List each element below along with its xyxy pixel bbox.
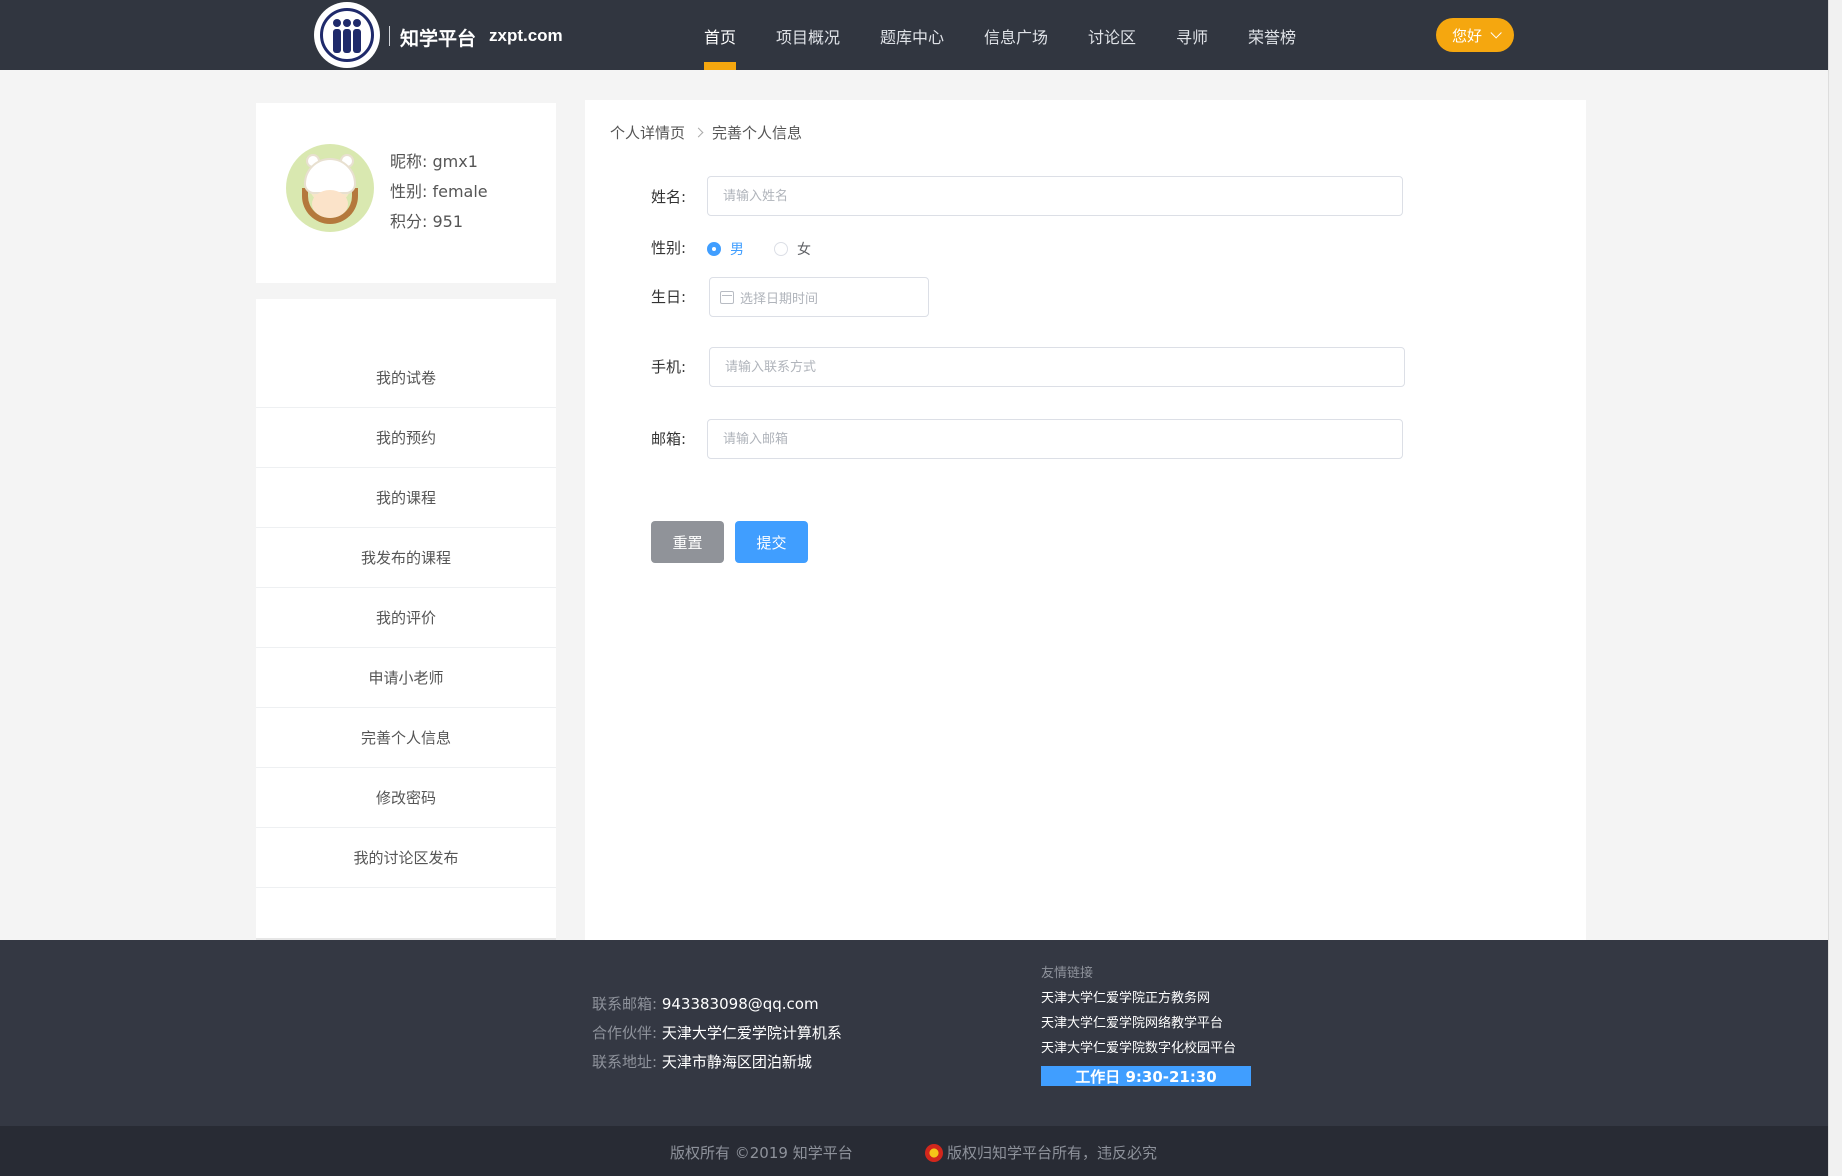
logo[interactable]	[314, 2, 380, 68]
top-navbar: 知学平台 zxpt.com 首页 项目概况 题库中心 信息广场 讨论区 寻师 荣…	[0, 0, 1828, 70]
nav-honor-roll[interactable]: 荣誉榜	[1248, 24, 1296, 48]
chevron-right-icon	[693, 127, 704, 138]
police-emblem-icon	[925, 1143, 943, 1162]
sidebar-item-my-courses[interactable]: 我的课程	[256, 468, 556, 528]
profile-card: 昵称: gmx1 性别: female 积分: 951	[256, 103, 556, 283]
chevron-down-icon	[1490, 27, 1502, 39]
sidebar-item-my-reviews[interactable]: 我的评价	[256, 588, 556, 648]
friend-links-title: 友情链接	[1041, 966, 1094, 981]
active-nav-indicator	[704, 62, 736, 70]
friend-link-digital-campus[interactable]: 天津大学仁爱学院数字化校园平台	[1041, 1037, 1236, 1056]
birthday-label: 生日:	[651, 288, 687, 306]
gender-option-female: 女	[797, 242, 811, 258]
workday-hours: 工作日 9:30-21:30	[1041, 1066, 1251, 1086]
email-label: 邮箱:	[651, 430, 687, 448]
nav-question-bank[interactable]: 题库中心	[880, 24, 944, 48]
gender-radio-male[interactable]: 男	[707, 239, 744, 259]
profile-gender: 性别: female	[390, 182, 488, 201]
phone-input[interactable]	[709, 347, 1405, 387]
logo-divider	[389, 26, 390, 46]
greeting-label: 您好	[1451, 26, 1482, 45]
breadcrumb: 个人详情页 完善个人信息	[610, 122, 802, 143]
profile-nickname: 昵称: gmx1	[390, 152, 478, 171]
reset-button[interactable]: 重置	[651, 521, 724, 563]
profile-points: 积分: 951	[390, 212, 464, 231]
sidebar-item-apply-tutor[interactable]: 申请小老师	[256, 648, 556, 708]
sidebar-item-complete-profile[interactable]: 完善个人信息	[256, 708, 556, 768]
sidebar-item-my-appointments[interactable]: 我的预约	[256, 408, 556, 468]
address-key: 联系地址:	[592, 1053, 658, 1071]
contact-email-value: 943383098@qq.com	[661, 995, 819, 1013]
nav-discussion[interactable]: 讨论区	[1088, 24, 1136, 48]
footer: 联系邮箱: 943383098@qq.com 合作伙伴: 天津大学仁爱学院计算机…	[0, 940, 1828, 1126]
name-input[interactable]	[707, 176, 1403, 216]
nav-info-square[interactable]: 信息广场	[984, 24, 1048, 48]
contact-info: 联系邮箱: 943383098@qq.com 合作伙伴: 天津大学仁爱学院计算机…	[592, 990, 842, 1077]
birthday-date-picker[interactable]: 选择日期时间	[709, 277, 929, 317]
nav-find-teacher[interactable]: 寻师	[1176, 24, 1208, 48]
rights-notice: 版权归知学平台所有，违反必究	[925, 1142, 1157, 1163]
sidebar-item-my-papers[interactable]: 我的试卷	[256, 348, 556, 408]
scrollbar[interactable]	[1828, 0, 1842, 1176]
sidebar-item-change-password[interactable]: 修改密码	[256, 768, 556, 828]
brand-name: 知学平台	[400, 28, 477, 50]
radio-checked-icon	[707, 242, 721, 256]
profile-info: 昵称: gmx1 性别: female 积分: 951	[390, 147, 488, 237]
user-menu-button[interactable]: 您好	[1436, 18, 1514, 52]
nav-home[interactable]: 首页	[704, 24, 736, 48]
email-input[interactable]	[707, 419, 1403, 459]
radio-unchecked-icon	[774, 242, 788, 256]
logo-emblem-icon	[320, 8, 374, 62]
friend-link-academic-affairs[interactable]: 天津大学仁爱学院正方教务网	[1041, 987, 1210, 1006]
brand-domain: zxpt.com	[489, 26, 563, 45]
sidebar-menu: 我的试卷 我的预约 我的课程 我发布的课程 我的评价 申请小老师 完善个人信息 …	[256, 299, 556, 940]
address-value: 天津市静海区团泊新城	[661, 1053, 812, 1071]
friend-link-online-teaching[interactable]: 天津大学仁爱学院网络教学平台	[1041, 1012, 1223, 1031]
breadcrumb-current: 完善个人信息	[712, 124, 803, 142]
rights-text: 版权归知学平台所有，违反必究	[947, 1144, 1158, 1162]
nav-project-overview[interactable]: 项目概况	[776, 24, 840, 48]
main-content: 个人详情页 完善个人信息 姓名: 性别: 男 女 生日: 选择日期时间 手机: …	[585, 100, 1586, 940]
gender-label: 性别:	[651, 239, 687, 257]
partner-value: 天津大学仁爱学院计算机系	[661, 1024, 842, 1042]
copyright-bar: 版权所有 ©2019 知学平台 版权归知学平台所有，违反必究	[0, 1126, 1828, 1176]
partner-key: 合作伙伴:	[592, 1024, 658, 1042]
avatar	[286, 144, 374, 232]
breadcrumb-parent[interactable]: 个人详情页	[610, 122, 685, 143]
phone-label: 手机:	[651, 358, 687, 376]
gender-radio-female[interactable]: 女	[774, 239, 811, 259]
sidebar-item-my-published-courses[interactable]: 我发布的课程	[256, 528, 556, 588]
sidebar-item-my-discussion-posts[interactable]: 我的讨论区发布	[256, 828, 556, 888]
submit-button[interactable]: 提交	[735, 521, 808, 563]
copyright-text: 版权所有 ©2019 知学平台	[670, 1144, 853, 1162]
contact-email-key: 联系邮箱:	[592, 995, 658, 1013]
birthday-placeholder: 选择日期时间	[740, 291, 819, 307]
gender-option-male: 男	[730, 242, 744, 258]
calendar-icon	[720, 290, 734, 304]
name-label: 姓名:	[651, 188, 687, 206]
